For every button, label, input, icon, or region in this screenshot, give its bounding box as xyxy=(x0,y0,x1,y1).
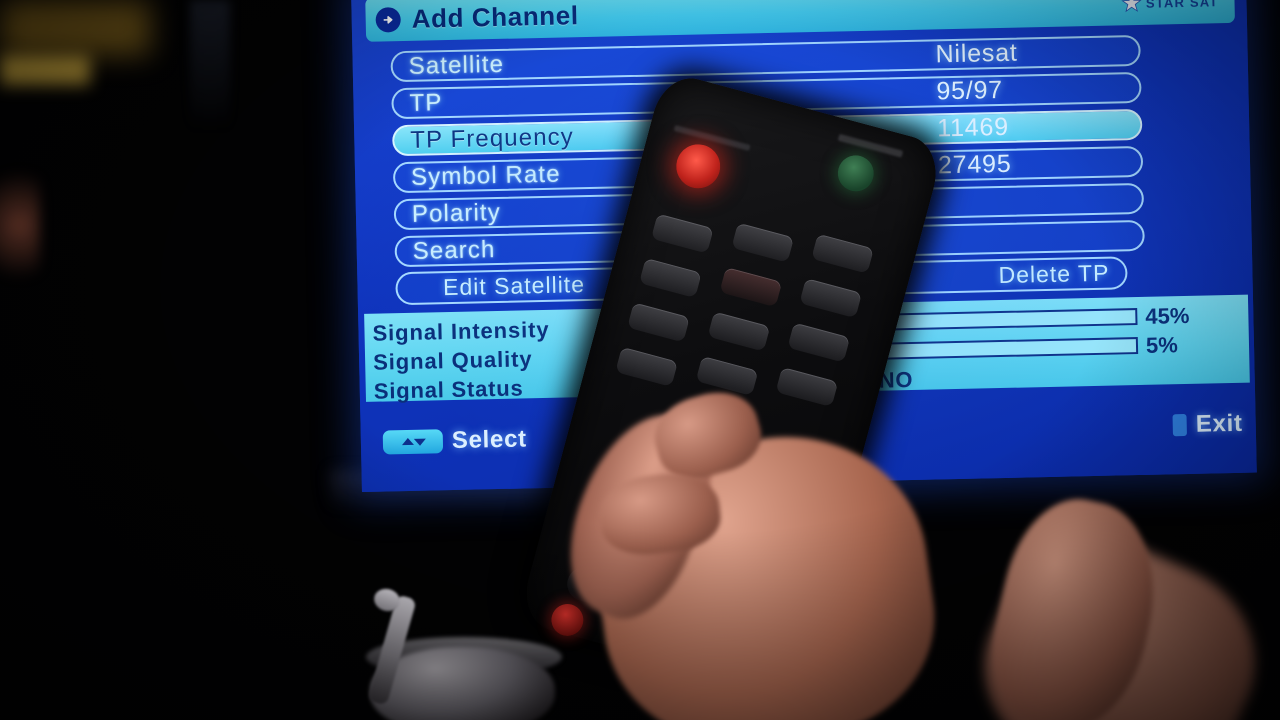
remote-button[interactable] xyxy=(787,322,851,363)
footer-select-label: Select xyxy=(451,425,528,455)
remote-button[interactable] xyxy=(707,311,771,352)
cup-with-spoon xyxy=(360,585,575,720)
remote-brand-marking xyxy=(837,133,904,158)
edit-satellite-label: Edit Satellite xyxy=(442,271,586,301)
power-button-red[interactable] xyxy=(671,139,726,194)
remote-button[interactable] xyxy=(731,222,795,263)
remote-button[interactable] xyxy=(811,233,874,274)
menu-value-tp-frequency: 11469 xyxy=(936,112,1010,143)
star-icon xyxy=(1121,0,1142,13)
remote-button[interactable] xyxy=(639,257,702,299)
footer-exit[interactable]: Exit xyxy=(1172,403,1243,447)
remote-button[interactable] xyxy=(799,278,863,319)
circular-back-arrow-icon[interactable] xyxy=(375,6,401,33)
brand-logo: STAR SAT xyxy=(1121,0,1225,13)
menu-value-satellite: Nilesat xyxy=(935,38,1018,69)
color-button-blue[interactable] xyxy=(739,651,779,691)
amber-light-glow xyxy=(0,0,150,55)
remote-button[interactable] xyxy=(615,346,678,387)
signal-intensity-percent: 45% xyxy=(1145,302,1190,329)
brand-name: STAR SAT xyxy=(1145,0,1219,11)
knuckles xyxy=(977,486,1173,720)
menu-item-label: TP xyxy=(409,88,443,117)
delete-tp-label: Delete TP xyxy=(998,259,1110,289)
edit-satellite-button[interactable]: Edit Satellite xyxy=(395,267,633,306)
menu-value-tp: 95/97 xyxy=(936,75,1004,106)
remote-button[interactable] xyxy=(775,366,839,408)
remote-button[interactable] xyxy=(627,302,690,343)
menu-item-label: Satellite xyxy=(408,50,505,80)
foreground-blur-left xyxy=(0,170,40,280)
amber-light-core xyxy=(0,55,90,85)
forearm xyxy=(954,507,1280,720)
signal-quality-percent: 5% xyxy=(1145,331,1179,358)
color-button-green[interactable] xyxy=(611,617,651,657)
menu-item-label: TP Frequency xyxy=(410,122,575,154)
up-down-arrows-icon[interactable] xyxy=(382,429,444,455)
dpad-left-icon[interactable] xyxy=(610,479,629,503)
photo-scene: Add Channel STAR SAT Satellite Nilesat T… xyxy=(0,0,1280,720)
exit-key-icon[interactable] xyxy=(1172,413,1188,437)
dpad-right-icon[interactable] xyxy=(760,519,780,543)
delete-tp-button[interactable]: Delete TP xyxy=(887,256,1128,295)
menu-item-label: Symbol Rate xyxy=(410,160,561,191)
menu-item-label: Polarity xyxy=(411,198,502,228)
dpad-up-icon[interactable] xyxy=(706,426,730,446)
page-title: Add Channel xyxy=(411,0,579,34)
footer-select[interactable]: Select xyxy=(382,425,528,456)
color-button-yellow[interactable] xyxy=(675,634,715,674)
footer-exit-label: Exit xyxy=(1195,409,1244,438)
wall-light-streak xyxy=(190,0,230,130)
remote-button[interactable] xyxy=(695,355,759,397)
menu-value-symbol-rate: 27495 xyxy=(937,149,1012,180)
remote-button[interactable] xyxy=(650,213,714,254)
signal-intensity-label: Signal Intensity xyxy=(372,316,550,346)
green-button[interactable] xyxy=(833,151,878,196)
remote-button[interactable] xyxy=(719,267,783,308)
menu-item-label: Search xyxy=(412,235,496,265)
ok-button-label: OK xyxy=(682,497,711,521)
